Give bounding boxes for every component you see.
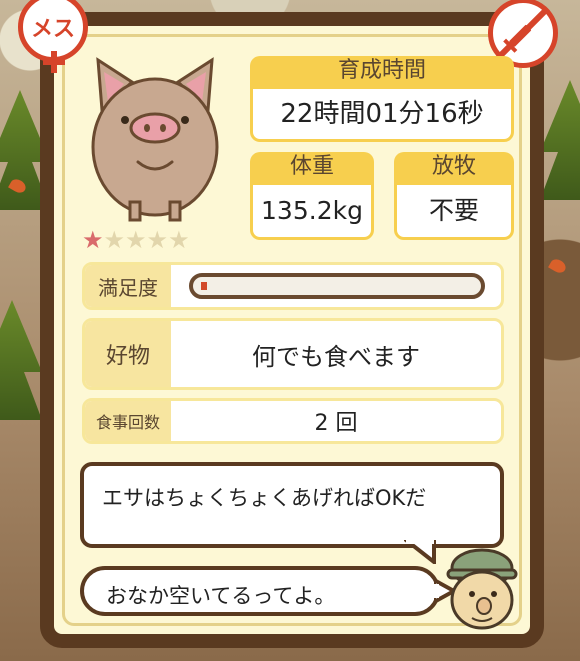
- favorite-food-value: 何でも食べます: [252, 342, 420, 371]
- tip-bubble-tail: [404, 540, 436, 564]
- satisfaction-row: 満足度: [82, 262, 504, 310]
- star-icon: ★: [125, 226, 147, 254]
- rating-stars: ★★★★★: [82, 226, 190, 254]
- satisfaction-label: 満足度: [85, 265, 171, 307]
- grazing-value: 不要: [394, 182, 514, 240]
- weight-value: 135.2kg: [250, 182, 374, 240]
- star-icon: ★: [168, 226, 190, 254]
- satisfaction-meter-fill: [201, 282, 207, 290]
- star-icon: ★: [82, 226, 104, 254]
- favorite-food-label: 好物: [85, 321, 171, 387]
- tip-message: エサはちょくちょくあげればOKだ: [102, 486, 427, 510]
- gender-label: メス: [30, 17, 75, 42]
- meal-count-value: 2 回: [314, 411, 358, 436]
- favorite-food-row: 好物 何でも食べます: [82, 318, 504, 390]
- status-speech-bubble: おなか空いてるってよ。: [80, 566, 440, 616]
- growth-time-value: 22時間01分16秒: [250, 86, 514, 142]
- growth-time-title: 育成時間: [250, 56, 514, 86]
- satisfaction-meter: [189, 273, 485, 299]
- farmer-avatar: [446, 548, 518, 630]
- star-icon: ★: [103, 226, 126, 254]
- female-icon-bar: [43, 59, 65, 65]
- meal-count-label: 食事回数: [85, 401, 171, 441]
- meal-count-row: 食事回数 2 回: [82, 398, 504, 444]
- star-icon: ★: [146, 226, 169, 254]
- tip-speech-bubble: エサはちょくちょくあげればOKだ: [80, 462, 504, 548]
- grazing-title: 放牧: [394, 152, 514, 182]
- pig-avatar: [91, 57, 219, 222]
- status-message: おなか空いてるってよ。: [106, 584, 336, 608]
- weight-title: 体重: [250, 152, 374, 182]
